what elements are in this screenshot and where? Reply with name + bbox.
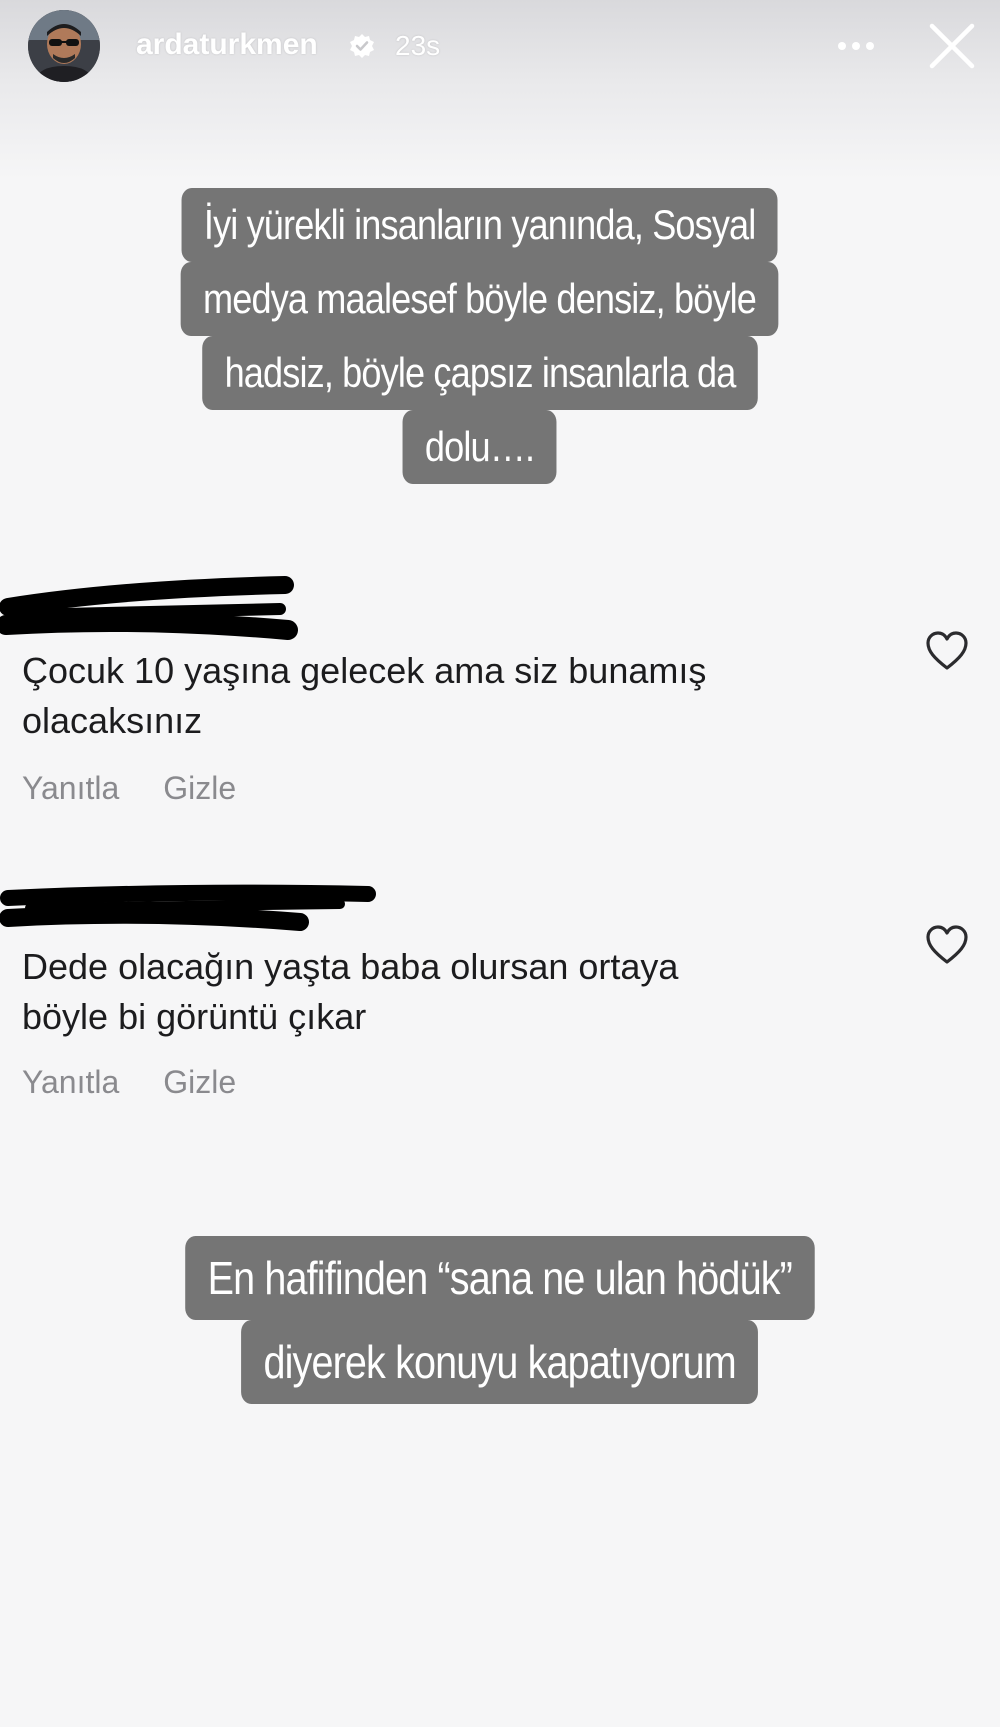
close-icon[interactable] <box>924 18 980 74</box>
comment-actions: Yanıtla Gizle <box>22 770 280 807</box>
reply-button[interactable]: Yanıtla <box>22 770 119 806</box>
story-caption-bottom: En hafifinden “sana ne ulan hödük” diyer… <box>100 1236 900 1404</box>
more-options-icon[interactable] <box>832 28 880 64</box>
comment-text: Çocuk 10 yaşına gelecek ama siz bunamış … <box>22 650 707 741</box>
story-time: 23s <box>395 30 441 61</box>
redacted-username <box>0 576 298 640</box>
caption-line: dolu…. <box>402 410 557 484</box>
hide-button[interactable]: Gizle <box>163 1064 236 1100</box>
caption-line: diyerek konuyu kapatıyorum <box>241 1320 759 1404</box>
heart-outline-icon[interactable] <box>924 630 970 672</box>
caption-line: medya maalesef böyle densiz, böyle <box>181 262 779 336</box>
redacted-username <box>0 884 376 931</box>
heart-outline-icon[interactable] <box>924 924 970 966</box>
comment-text: Dede olacağın yaşta baba olursan ortaya … <box>22 946 679 1037</box>
reply-button[interactable]: Yanıtla <box>22 1064 119 1100</box>
hide-button[interactable]: Gizle <box>163 770 236 806</box>
story-caption-top: İyi yürekli insanların yanında, Sosyal m… <box>110 188 850 484</box>
username[interactable]: ardaturkmen <box>136 28 318 62</box>
caption-line: İyi yürekli insanların yanında, Sosyal <box>181 188 779 262</box>
caption-line: En hafifinden “sana ne ulan hödük” <box>185 1236 815 1320</box>
avatar[interactable] <box>28 10 100 82</box>
verified-badge-icon <box>350 34 374 58</box>
story-header: ardaturkmen 23s <box>0 0 1000 96</box>
caption-line: hadsiz, böyle çapsız insanlarla da <box>202 336 758 410</box>
comment-actions: Yanıtla Gizle <box>22 1064 280 1101</box>
